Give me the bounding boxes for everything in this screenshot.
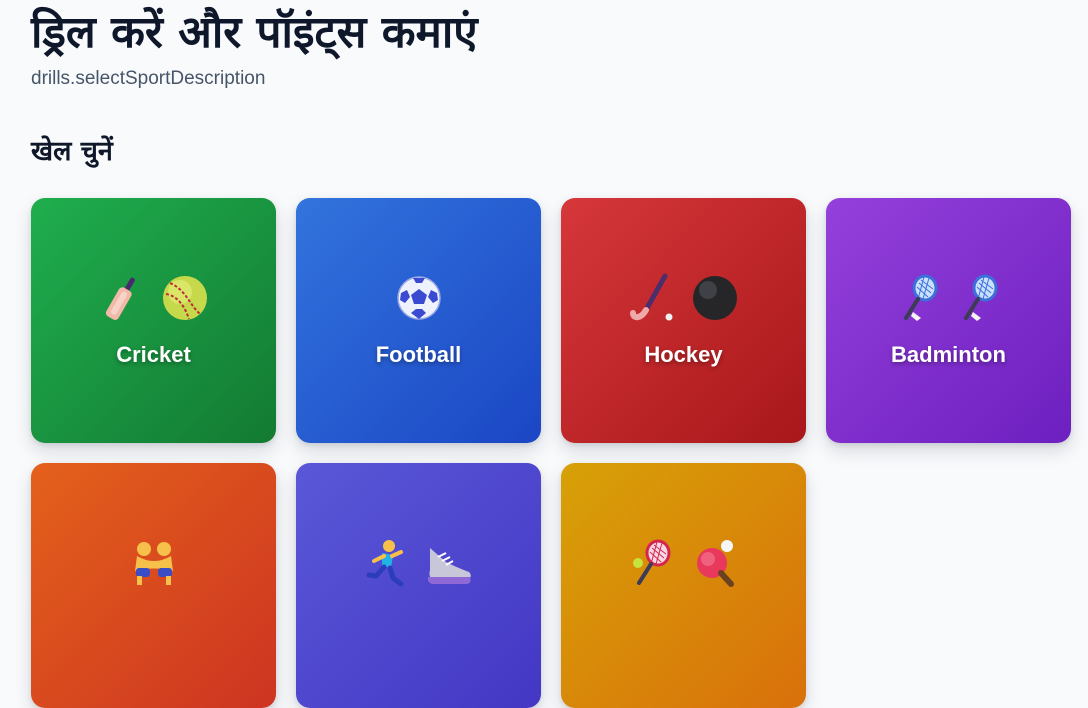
sport-card-icons bbox=[31, 533, 276, 593]
sport-card-tennis[interactable] bbox=[561, 463, 806, 708]
hockey-ball-icon bbox=[691, 274, 739, 322]
ping-pong-paddle-icon bbox=[690, 539, 738, 587]
sport-card-icons bbox=[561, 268, 806, 328]
sport-card-label: Football bbox=[375, 342, 462, 367]
hockey-stick-icon bbox=[629, 273, 675, 323]
sport-card-label: Cricket bbox=[116, 342, 191, 367]
sport-card-label: Hockey bbox=[644, 342, 723, 367]
section-title: खेल चुनें bbox=[31, 136, 113, 167]
runner-icon bbox=[364, 539, 408, 587]
sport-card-label: Badminton bbox=[891, 342, 1006, 367]
sport-card-icons bbox=[296, 533, 541, 593]
tennis-racket-icon bbox=[630, 539, 674, 587]
badminton-racket-icon bbox=[957, 274, 1001, 322]
running-shoe-icon bbox=[424, 540, 474, 586]
sport-card-icons bbox=[561, 533, 806, 593]
sport-card-hockey[interactable]: Hockey bbox=[561, 198, 806, 443]
cricket-bat-icon bbox=[99, 273, 145, 323]
page-title: ड्रिल करें और पॉइंट्स कमाएं bbox=[31, 7, 478, 58]
page-subtitle: drills.selectSportDescription bbox=[31, 68, 266, 89]
sport-grid: Cricket Football Hockey Badminton bbox=[31, 198, 1071, 708]
wrestlers-icon bbox=[130, 540, 178, 586]
sport-card-badminton[interactable]: Badminton bbox=[826, 198, 1071, 443]
sport-card-icons bbox=[31, 268, 276, 328]
sport-card-cricket[interactable]: Cricket bbox=[31, 198, 276, 443]
soccer-ball-icon bbox=[396, 275, 442, 321]
sport-card-wrestling[interactable] bbox=[31, 463, 276, 708]
sport-card-icons bbox=[296, 268, 541, 328]
cricket-ball-icon bbox=[161, 274, 209, 322]
badminton-racket-icon bbox=[897, 274, 941, 322]
sport-card-athletics[interactable] bbox=[296, 463, 541, 708]
sport-card-football[interactable]: Football bbox=[296, 198, 541, 443]
sport-card-icons bbox=[826, 268, 1071, 328]
